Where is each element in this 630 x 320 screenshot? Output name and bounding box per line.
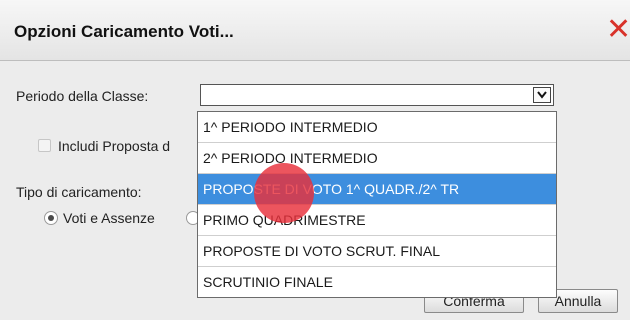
dropdown-option[interactable]: SCRUTINIO FINALE bbox=[198, 267, 556, 298]
dropdown-option[interactable]: 1^ PERIODO INTERMEDIO bbox=[198, 112, 556, 143]
tipo-caricamento-label: Tipo di caricamento: bbox=[16, 184, 142, 200]
periodo-select[interactable] bbox=[200, 84, 554, 106]
includi-proposta-label: Includi Proposta d bbox=[58, 138, 171, 154]
dropdown-option[interactable]: PROPOSTE DI VOTO SCRUT. FINAL bbox=[198, 236, 556, 267]
dropdown-option[interactable]: 2^ PERIODO INTERMEDIO bbox=[198, 143, 556, 174]
dialog-titlebar: Opzioni Caricamento Voti... ✕ bbox=[0, 0, 630, 61]
periodo-dropdown-list: 1^ PERIODO INTERMEDIO 2^ PERIODO INTERME… bbox=[197, 111, 557, 298]
dropdown-option-highlighted[interactable]: PROPOSTE DI VOTO 1^ QUADR./2^ TR bbox=[198, 174, 556, 205]
radio-selected-dot bbox=[48, 215, 54, 221]
radio-voti-assenze-label: Voti e Assenze bbox=[63, 210, 155, 226]
chevron-down-icon bbox=[537, 91, 547, 99]
includi-proposta-checkbox[interactable] bbox=[38, 139, 51, 152]
dropdown-option[interactable]: PRIMO QUADRIMESTRE bbox=[198, 205, 556, 236]
periodo-label: Periodo della Classe: bbox=[16, 88, 149, 104]
radio-voti-assenze[interactable] bbox=[44, 211, 58, 225]
options-dialog: Opzioni Caricamento Voti... ✕ Periodo de… bbox=[0, 0, 630, 320]
close-icon[interactable]: ✕ bbox=[606, 15, 630, 45]
dialog-title: Opzioni Caricamento Voti... bbox=[14, 22, 234, 41]
dropdown-arrow-button[interactable] bbox=[533, 87, 551, 103]
